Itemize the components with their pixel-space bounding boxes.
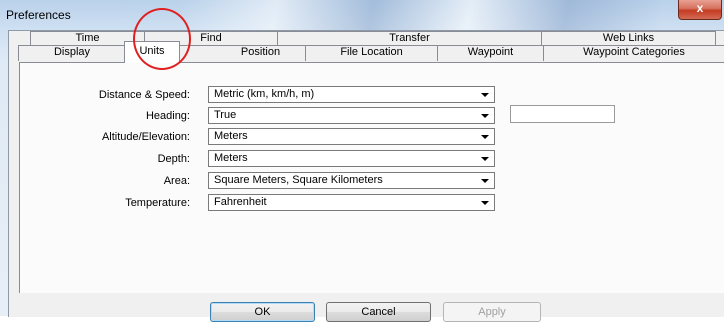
heading-value: True [214, 109, 237, 121]
cancel-button[interactable]: Cancel [326, 302, 431, 322]
tab-waypoint-categories[interactable]: Waypoint Categories [543, 45, 724, 61]
temperature-label: Temperature: [125, 197, 190, 209]
tab-display[interactable]: Display [18, 45, 126, 61]
distance-speed-label: Distance & Speed: [98, 89, 190, 101]
tab-waypoint[interactable]: Waypoint [437, 45, 544, 61]
chevron-down-icon [481, 114, 489, 118]
tab-transfer[interactable]: Transfer [277, 31, 542, 46]
altitude-value: Meters [214, 130, 248, 142]
close-button[interactable]: x [678, 0, 722, 20]
window-frame: Preferences x Time Find Transfer Web Lin… [0, 0, 724, 322]
chevron-down-icon [481, 201, 489, 205]
chevron-down-icon [481, 157, 489, 161]
heading-label: Heading: [145, 110, 190, 122]
annotation-circle [133, 8, 191, 70]
distance-speed-value: Metric (km, km/h, m) [214, 88, 315, 100]
area-label: Area: [163, 175, 190, 187]
apply-button[interactable]: Apply [443, 302, 541, 322]
window-title: Preferences [6, 8, 71, 22]
ok-button[interactable]: OK [210, 302, 315, 322]
area-select[interactable]: Square Meters, Square Kilometers [208, 172, 495, 189]
altitude-label: Altitude/Elevation: [101, 131, 190, 143]
heading-offset-field[interactable] [510, 105, 615, 123]
heading-select[interactable]: True [208, 107, 495, 124]
distance-speed-select[interactable]: Metric (km, km/h, m) [208, 86, 495, 103]
chevron-down-icon [481, 93, 489, 97]
chevron-down-icon [481, 179, 489, 183]
temperature-value: Fahrenheit [214, 196, 267, 208]
temperature-select[interactable]: Fahrenheit [208, 194, 495, 211]
tab-position[interactable]: Position [215, 45, 306, 61]
area-value: Square Meters, Square Kilometers [214, 174, 383, 186]
depth-select[interactable]: Meters [208, 150, 495, 167]
tab-web-links[interactable]: Web Links [541, 31, 716, 46]
altitude-select[interactable]: Meters [208, 128, 495, 145]
tab-file-location[interactable]: File Location [305, 45, 438, 61]
chevron-down-icon [481, 135, 489, 139]
depth-value: Meters [214, 152, 248, 164]
depth-label: Depth: [157, 153, 190, 165]
